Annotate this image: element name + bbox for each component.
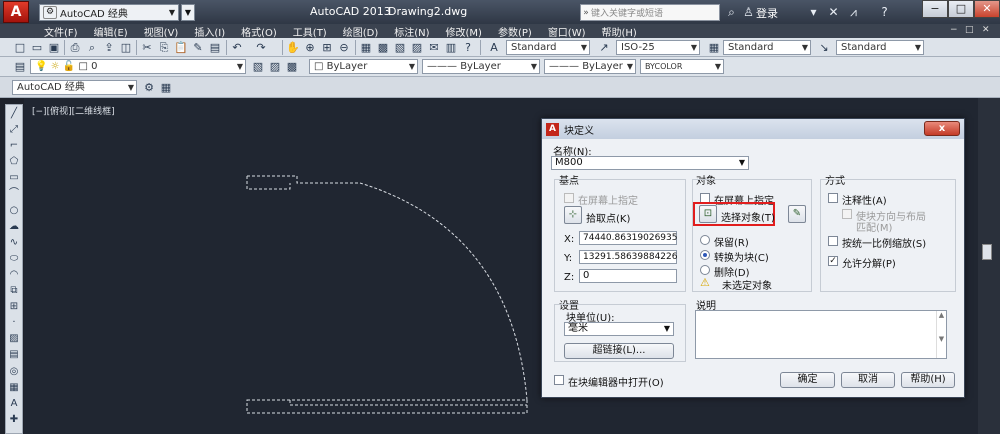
quick-select-button[interactable]: ✎ — [788, 205, 806, 223]
base-specify-label: 在屏幕上指定 — [578, 196, 638, 207]
allow-explode-label: 允许分解(P) — [842, 259, 896, 270]
name-value: M800 — [555, 157, 583, 168]
autocad-logo-icon: A — [546, 122, 559, 136]
dialog-title-bar: A 块定义 — [542, 119, 964, 139]
unit-value: 毫米 — [568, 323, 588, 334]
retain-label: 保留(R) — [714, 238, 749, 249]
scale-uniformly-label: 按统一比例缩放(S) — [842, 239, 927, 250]
convert-label: 转换为块(C) — [714, 253, 769, 264]
help-button[interactable]: 帮助(H) — [901, 372, 955, 388]
table-icon[interactable]: ▦ — [6, 380, 22, 395]
description-textarea[interactable]: ▲ ▼ — [695, 310, 947, 359]
annotative-checkbox[interactable] — [828, 193, 838, 203]
base-specify-checkbox[interactable] — [564, 193, 574, 203]
circle-icon[interactable]: ○ — [6, 203, 22, 218]
polyline-icon[interactable]: ⌐ — [6, 138, 22, 153]
construction-line-icon[interactable]: ⤢ — [6, 122, 22, 137]
line-icon[interactable]: ╱ — [6, 106, 22, 121]
annotative-label: 注释性(A) — [842, 196, 887, 207]
revcloud-icon[interactable]: ☁ — [6, 219, 22, 234]
ok-button[interactable]: 确定 — [780, 372, 835, 388]
ellipse-arc-icon[interactable]: ◠ — [6, 267, 22, 282]
hatch-icon[interactable]: ▨ — [6, 331, 22, 346]
door-swing-arc — [359, 182, 528, 401]
chevron-down-icon: ▼ — [738, 158, 745, 167]
name-combo[interactable]: M800 ▼ — [551, 156, 749, 170]
delete-radio[interactable] — [700, 265, 710, 275]
block-definition-dialog: A 块定义 x 名称(N): M800 ▼ 基点 在屏幕上指定 ⊹ 拾取点(K)… — [541, 118, 965, 398]
match-orientation-checkbox[interactable] — [842, 209, 852, 219]
spline-icon[interactable]: ∿ — [6, 235, 22, 250]
arc-icon[interactable]: ⌒ — [6, 186, 22, 201]
cancel-button[interactable]: 取消 — [841, 372, 895, 388]
door-leaf-top-edge — [246, 176, 291, 190]
dialog-close-button[interactable]: x — [924, 121, 960, 136]
warning-text: 未选定对象 — [722, 281, 772, 292]
warning-icon: ⚠ — [700, 276, 710, 289]
unit-select[interactable]: 毫米 ▼ — [564, 322, 674, 336]
door-frame-inner — [289, 400, 527, 406]
point-icon[interactable]: · — [6, 315, 22, 330]
textarea-scrollbar[interactable]: ▲ ▼ — [936, 311, 946, 358]
y-input[interactable]: 13291.58639884226 — [579, 250, 677, 264]
z-label: Z: — [564, 272, 575, 283]
y-label: Y: — [564, 253, 573, 264]
draw-toolbar: ╱ ⤢ ⌐ ⬠ ▭ ⌒ ○ ☁ ∿ ⬭ ◠ ⧉ ⊞ · ▨ ▤ ◎ ▦ A ✚ — [5, 104, 23, 434]
select-objects-label: 选择对象(T) — [721, 213, 775, 224]
convert-radio[interactable] — [700, 250, 710, 260]
scale-uniformly-checkbox[interactable] — [828, 236, 838, 246]
scroll-thumb[interactable] — [982, 244, 992, 260]
ellipse-icon[interactable]: ⬭ — [6, 251, 22, 266]
pick-point-label: 拾取点(K) — [586, 214, 631, 225]
polygon-icon[interactable]: ⬠ — [6, 154, 22, 169]
door-frame-bottom — [246, 399, 528, 414]
insert-block-icon[interactable]: ⧉ — [6, 283, 22, 298]
allow-explode-checkbox[interactable]: ✓ — [828, 256, 838, 266]
add-selected-icon[interactable]: ✚ — [6, 412, 22, 427]
match-orientation-label-2: 匹配(M) — [856, 223, 893, 234]
make-block-icon[interactable]: ⊞ — [6, 299, 22, 314]
chevron-down-icon: ▼ — [663, 324, 670, 333]
right-scrollbar[interactable] — [978, 98, 1000, 434]
rectangle-icon[interactable]: ▭ — [6, 170, 22, 185]
open-in-editor-label: 在块编辑器中打开(O) — [568, 378, 664, 389]
gradient-icon[interactable]: ▤ — [6, 347, 22, 362]
retain-radio[interactable] — [700, 235, 710, 245]
x-input[interactable]: 74440.86319026935 — [579, 231, 677, 245]
mtext-icon[interactable]: A — [6, 396, 22, 411]
open-in-editor-checkbox[interactable] — [554, 375, 564, 385]
x-label: X: — [564, 234, 575, 245]
hyperlink-button[interactable]: 超链接(L)... — [564, 343, 674, 359]
dialog-title: 块定义 — [564, 125, 594, 137]
pick-point-button[interactable]: ⊹ — [564, 206, 582, 224]
z-input[interactable]: 0 — [579, 269, 677, 283]
region-icon[interactable]: ◎ — [6, 364, 22, 379]
door-leaf-top — [247, 175, 360, 184]
select-objects-button[interactable]: ⊡ — [699, 205, 717, 223]
